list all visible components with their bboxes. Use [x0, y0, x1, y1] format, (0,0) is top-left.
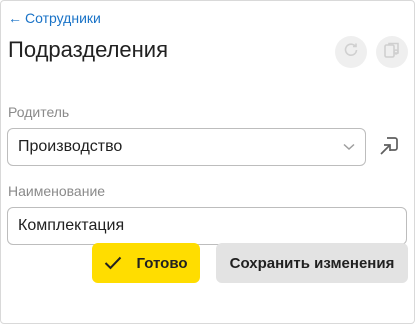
back-link[interactable]: ← Сотрудники: [8, 10, 101, 26]
back-link-label: Сотрудники: [25, 10, 101, 26]
arrow-left-icon: ←: [8, 10, 22, 26]
done-button-label: Готово: [136, 254, 188, 272]
refresh-button[interactable]: [335, 36, 367, 68]
save-changes-button-label: Сохранить изменения: [229, 254, 395, 272]
chevron-down-icon: [343, 143, 355, 151]
parent-label: Родитель: [8, 104, 70, 120]
parent-select-value: Производство: [18, 138, 123, 155]
parent-select[interactable]: Производство: [7, 128, 366, 166]
copy-settings-button[interactable]: [376, 36, 408, 68]
page-title: Подразделения: [8, 37, 168, 62]
done-button[interactable]: Готово: [92, 243, 200, 283]
name-input[interactable]: Комплектация: [7, 207, 407, 245]
open-in-window-button[interactable]: [375, 134, 403, 162]
check-icon: [104, 256, 122, 270]
copy-settings-icon: [383, 41, 401, 64]
save-changes-button[interactable]: Сохранить изменения: [216, 243, 408, 283]
name-label: Наименование: [8, 183, 106, 199]
name-input-value: Комплектация: [18, 217, 125, 234]
refresh-icon: [343, 42, 359, 63]
open-in-window-icon: [378, 135, 400, 162]
